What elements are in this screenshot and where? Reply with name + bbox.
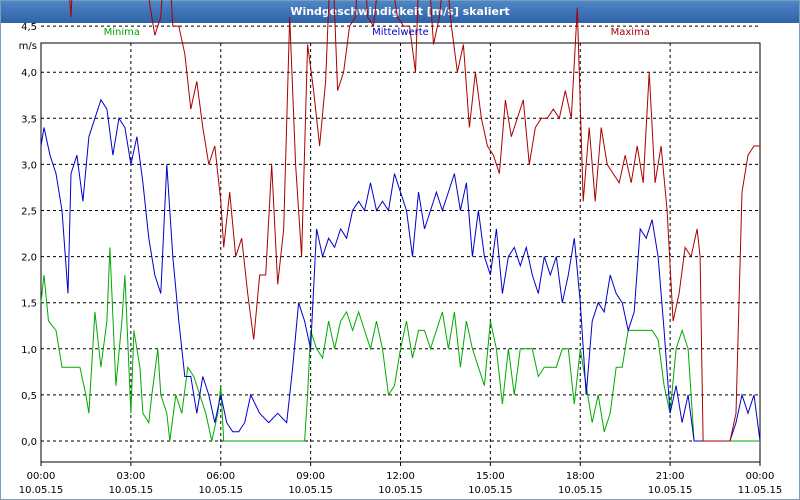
- x-tick-date: 10.05.15: [558, 485, 603, 496]
- legend-maxima: Maxima: [611, 27, 650, 38]
- x-tick-date: 10.05.15: [198, 485, 243, 496]
- legend-minima: Minima: [104, 27, 140, 38]
- x-tick-date: 11.05.15: [738, 485, 783, 496]
- x-tick-time: 15:00: [476, 471, 505, 482]
- x-tick-date: 10.05.15: [109, 485, 154, 496]
- y-tick-label: 1,0: [21, 345, 37, 356]
- y-tick-label: 4,0: [21, 68, 37, 79]
- x-tick-date: 10.05.15: [378, 485, 423, 496]
- y-tick-label: 0,5: [21, 391, 37, 402]
- y-tick-label: 4,5: [21, 22, 37, 33]
- chart-canvas: 0,00,51,01,52,02,53,03,54,04,55,05,56,06…: [19, 0, 783, 496]
- y-tick-label: 3,0: [21, 160, 37, 171]
- x-tick-time: 00:00: [746, 471, 775, 482]
- x-tick-time: 00:00: [27, 471, 56, 482]
- x-tick-time: 03:00: [116, 471, 145, 482]
- x-tick-date: 10.05.15: [468, 485, 513, 496]
- y-tick-label: 2,5: [21, 207, 37, 218]
- y-axis-label: m/s: [19, 41, 37, 52]
- legend-mittelwerte: Mittelwerte: [372, 27, 429, 38]
- x-tick-date: 10.05.15: [288, 485, 333, 496]
- x-tick-time: 18:00: [566, 471, 595, 482]
- x-tick-time: 21:00: [656, 471, 685, 482]
- y-tick-label: 3,5: [21, 114, 37, 125]
- x-tick-time: 12:00: [386, 471, 415, 482]
- y-tick-label: 2,0: [21, 253, 37, 264]
- y-tick-label: 0,0: [21, 437, 37, 448]
- x-tick-time: 09:00: [296, 471, 325, 482]
- x-tick-date: 10.05.15: [648, 485, 693, 496]
- x-tick-time: 06:00: [206, 471, 235, 482]
- y-tick-label: 1,5: [21, 299, 37, 310]
- x-tick-date: 10.05.15: [19, 485, 64, 496]
